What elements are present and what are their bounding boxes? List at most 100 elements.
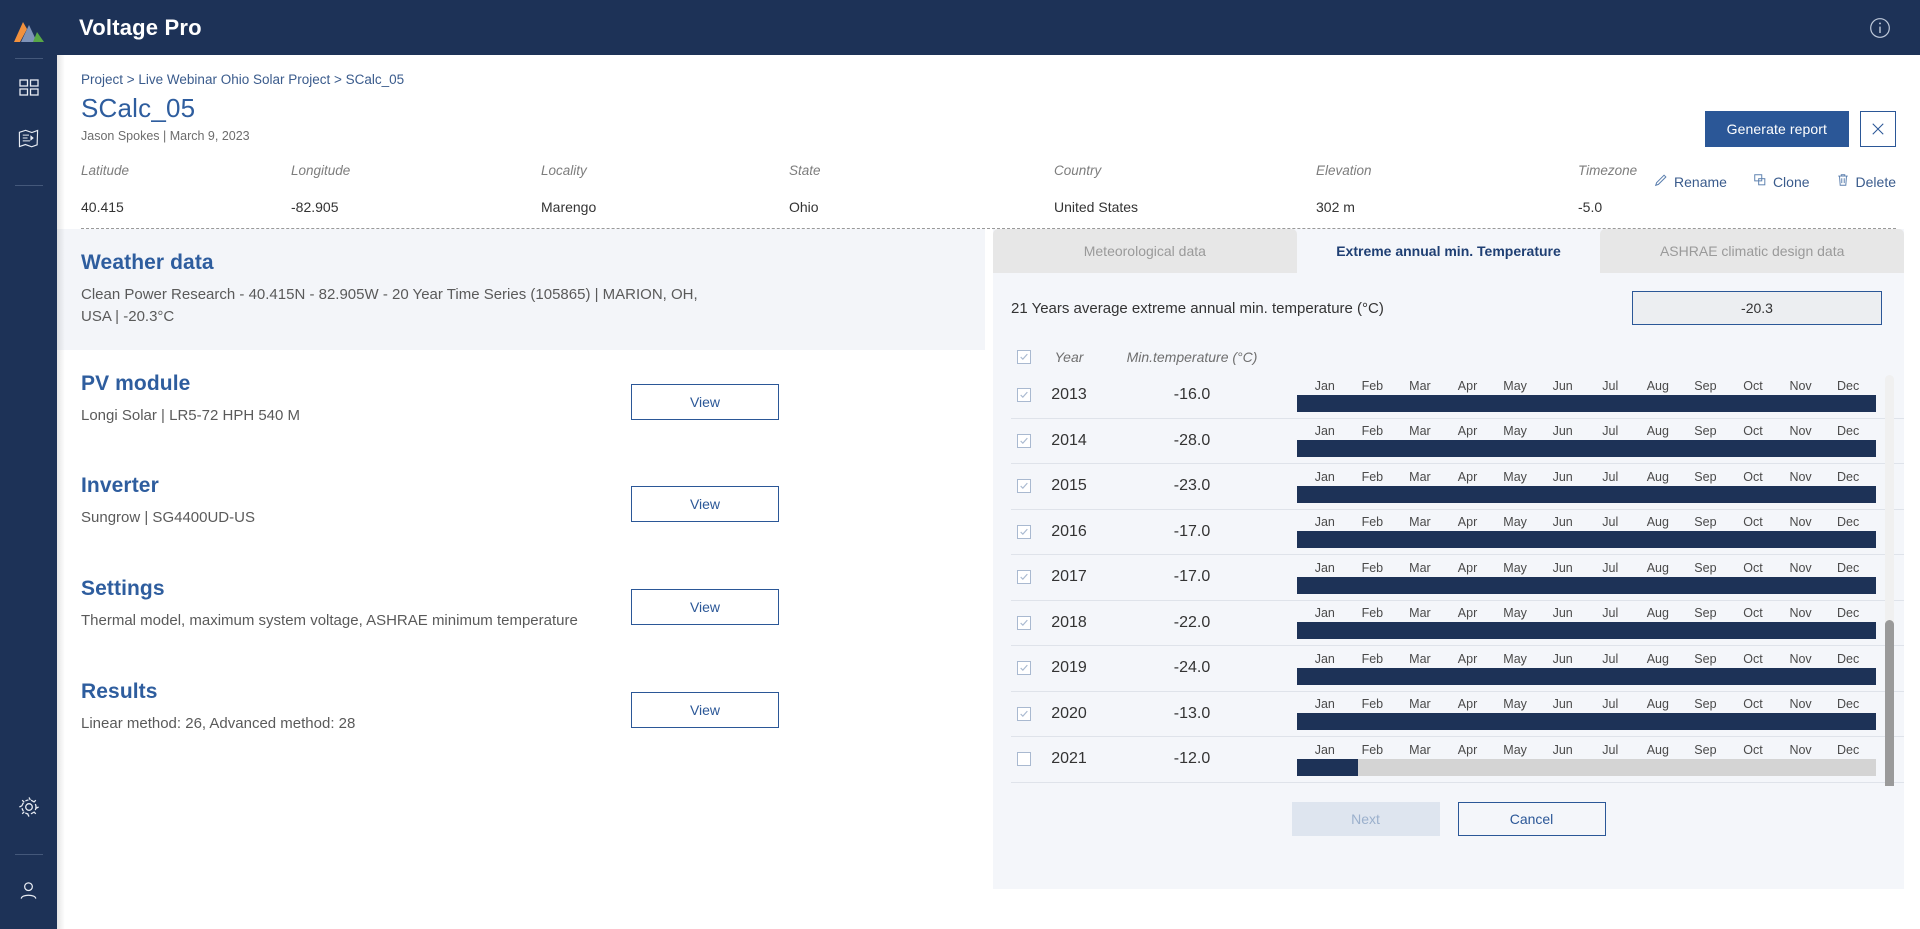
cell-min-temperature: -17.0 xyxy=(1173,568,1211,586)
tab-ashrae-climatic-design-data[interactable]: ASHRAE climatic design data xyxy=(1600,229,1905,273)
cell-min-temperature: -28.0 xyxy=(1173,431,1211,449)
month-tick-label: Feb xyxy=(1361,651,1384,666)
month-tick-label: Jun xyxy=(1552,697,1573,712)
config-sections-pane: Weather data Clean Power Research - 40.4… xyxy=(57,229,985,929)
month-tick-label: Nov xyxy=(1789,651,1812,666)
coverage-bar-track xyxy=(1297,622,1876,640)
month-tick-label: Apr xyxy=(1457,697,1478,712)
coverage-bar-cell: Jan Feb Mar Apr May Jun Jul Aug Sep Oct Nov Dec xyxy=(1277,515,1904,549)
delete-action[interactable]: Delete xyxy=(1836,173,1896,190)
meta-elevation: Elevation 302 m xyxy=(1316,163,1578,215)
next-button[interactable]: Next xyxy=(1291,802,1440,836)
month-tick-label: Aug xyxy=(1646,606,1669,621)
record-actions: Rename Clone Delete xyxy=(1654,173,1896,190)
month-tick-label: Apr xyxy=(1457,469,1478,484)
row-checkbox[interactable] xyxy=(1017,615,1031,630)
month-tick-label: Sep xyxy=(1694,697,1717,712)
meta-locality-value: Marengo xyxy=(541,199,597,215)
weather-detail-pane: Meteorological data Extreme annual min. … xyxy=(985,229,1920,929)
month-axis: Jan Feb Mar Apr May Jun Jul Aug Sep Oct Nov Dec xyxy=(1297,697,1876,713)
row-checkbox[interactable] xyxy=(1017,570,1031,585)
month-tick-label: Mar xyxy=(1409,606,1431,621)
row-checkbox[interactable] xyxy=(1017,433,1031,448)
meta-longitude-label: Longitude xyxy=(291,163,351,178)
copy-icon xyxy=(1753,173,1767,190)
close-button[interactable] xyxy=(1860,111,1896,147)
view-pv-module-button[interactable]: View xyxy=(631,383,779,420)
meta-elevation-value: 302 m xyxy=(1316,199,1355,215)
section-results-title: Results xyxy=(81,679,158,703)
mountain-logo xyxy=(12,18,46,44)
section-settings: Settings Thermal model, maximum system v… xyxy=(57,555,985,658)
month-tick-label: Feb xyxy=(1361,560,1384,575)
app-root: Voltage Pro Project > Live Webinar Ohio … xyxy=(0,0,1920,929)
row-checkbox[interactable] xyxy=(1017,388,1031,403)
table-row[interactable]: 2016 -17.0 Jan Feb Mar Apr May Jun Jul Aug Sep Oct N… xyxy=(1011,510,1904,555)
left-nav-rail xyxy=(0,0,57,929)
table-row[interactable]: 2020 -13.0 Jan Feb Mar Apr May Jun Jul Aug Sep Oct N… xyxy=(1011,692,1904,737)
average-temperature-row: 21 Years average extreme annual min. tem… xyxy=(993,273,1904,325)
view-inverter-button[interactable]: View xyxy=(631,486,779,523)
table-row[interactable]: 2017 -17.0 Jan Feb Mar Apr May Jun Jul Aug Sep Oct N… xyxy=(1011,555,1904,601)
month-tick-label: Dec xyxy=(1837,378,1860,393)
month-tick-label: Oct xyxy=(1743,742,1763,757)
table-scrollbar-thumb[interactable] xyxy=(1885,619,1894,786)
cancel-button[interactable]: Cancel xyxy=(1457,802,1606,836)
month-tick-label: Jun xyxy=(1552,469,1573,484)
generate-report-button[interactable]: Generate report xyxy=(1704,111,1849,147)
rail-divider-top xyxy=(14,58,43,59)
row-checkbox[interactable] xyxy=(1017,524,1031,539)
month-tick-label: Oct xyxy=(1743,378,1763,393)
month-tick-label: May xyxy=(1503,697,1527,712)
table-row[interactable]: 2014 -28.0 Jan Feb Mar Apr May Jun Jul Aug Sep Oct N… xyxy=(1011,419,1904,464)
cell-year: 2013 xyxy=(1051,386,1087,404)
coverage-bar-cell: Jan Feb Mar Apr May Jun Jul Aug Sep Oct Nov Dec xyxy=(1277,697,1904,731)
clone-action[interactable]: Clone xyxy=(1753,173,1810,190)
month-tick-label: Apr xyxy=(1457,560,1478,575)
view-results-button[interactable]: View xyxy=(631,691,779,728)
row-checkbox[interactable] xyxy=(1017,706,1031,721)
average-temperature-value[interactable]: -20.3 xyxy=(1632,291,1882,325)
map-icon[interactable] xyxy=(12,121,46,155)
month-tick-label: May xyxy=(1503,606,1527,621)
gear-icon[interactable] xyxy=(12,790,46,824)
rail-bottom-group xyxy=(12,790,46,929)
body-split: Weather data Clean Power Research - 40.4… xyxy=(57,229,1920,929)
table-row[interactable]: 2018 -22.0 Jan Feb Mar Apr May Jun Jul Aug Sep Oct N… xyxy=(1011,601,1904,646)
tab-meteorological-data[interactable]: Meteorological data xyxy=(993,229,1297,273)
select-all-checkbox[interactable] xyxy=(1017,350,1031,364)
table-row[interactable]: 2021 -12.0 Jan Feb Mar Apr May Jun Jul Aug Sep Oct N… xyxy=(1011,737,1904,783)
row-checkbox[interactable] xyxy=(1017,752,1031,767)
row-checkbox[interactable] xyxy=(1017,661,1031,676)
table-row[interactable]: 2013 -16.0 Jan Feb Mar Apr May Jun Jul Aug Sep Oct N… xyxy=(1011,373,1904,419)
section-results-text: Results Linear method: 26, Advanced meth… xyxy=(81,680,631,735)
rename-action[interactable]: Rename xyxy=(1654,173,1727,190)
month-tick-label: Jul xyxy=(1602,606,1619,621)
row-checkbox[interactable] xyxy=(1017,479,1031,494)
user-icon[interactable] xyxy=(12,873,46,907)
section-results-desc: Linear method: 26, Advanced method: 28 xyxy=(81,714,356,732)
table-row[interactable]: 2019 -24.0 Jan Feb Mar Apr May Jun Jul Aug Sep Oct N… xyxy=(1011,646,1904,692)
view-settings-button[interactable]: View xyxy=(631,589,779,625)
month-tick-label: Feb xyxy=(1361,606,1384,621)
month-tick-label: Sep xyxy=(1694,606,1717,621)
breadcrumb[interactable]: Project > Live Webinar Ohio Solar Projec… xyxy=(81,55,1896,87)
month-tick-label: Aug xyxy=(1646,515,1669,530)
month-tick-label: May xyxy=(1503,651,1527,666)
month-tick-label: Jul xyxy=(1602,469,1619,484)
coverage-bar-cell: Jan Feb Mar Apr May Jun Jul Aug Sep Oct Nov Dec xyxy=(1277,652,1904,685)
page-title: SCalc_05 xyxy=(81,93,196,123)
month-tick-label: Nov xyxy=(1789,560,1812,575)
table-scrollbar[interactable] xyxy=(1885,375,1894,786)
meta-elevation-label: Elevation xyxy=(1316,163,1372,178)
month-tick-label: Nov xyxy=(1789,742,1812,757)
month-tick-label: May xyxy=(1503,742,1527,757)
dashboard-grid-icon[interactable] xyxy=(12,71,46,105)
panel-footer-buttons: Next Cancel xyxy=(993,802,1904,836)
month-axis: Jan Feb Mar Apr May Jun Jul Aug Sep Oct Nov Dec xyxy=(1297,652,1876,668)
info-circle-icon[interactable] xyxy=(1868,16,1892,40)
month-tick-label: Mar xyxy=(1409,469,1431,484)
table-row[interactable]: 2015 -23.0 Jan Feb Mar Apr May Jun Jul Aug Sep Oct N… xyxy=(1011,464,1904,510)
tab-extreme-annual-min-temperature[interactable]: Extreme annual min. Temperature xyxy=(1296,229,1601,273)
clone-label: Clone xyxy=(1772,173,1810,190)
